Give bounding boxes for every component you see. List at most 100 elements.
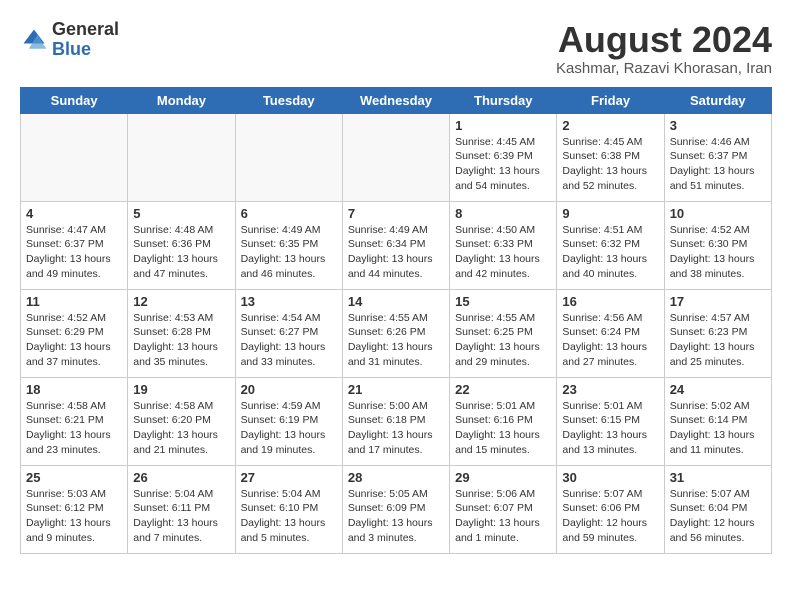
calendar-cell [342,113,449,201]
day-info: Sunrise: 4:47 AMSunset: 6:37 PMDaylight:… [26,223,122,282]
day-number: 9 [562,206,658,221]
day-number: 3 [670,118,766,133]
day-number: 30 [562,470,658,485]
logo-icon [20,26,48,54]
day-number: 8 [455,206,551,221]
day-number: 1 [455,118,551,133]
calendar-week-row: 25Sunrise: 5:03 AMSunset: 6:12 PMDayligh… [21,465,772,553]
calendar-cell: 11Sunrise: 4:52 AMSunset: 6:29 PMDayligh… [21,289,128,377]
day-info: Sunrise: 4:49 AMSunset: 6:35 PMDaylight:… [241,223,337,282]
day-number: 11 [26,294,122,309]
day-number: 4 [26,206,122,221]
day-info: Sunrise: 4:57 AMSunset: 6:23 PMDaylight:… [670,311,766,370]
day-info: Sunrise: 5:07 AMSunset: 6:04 PMDaylight:… [670,487,766,546]
day-info: Sunrise: 5:02 AMSunset: 6:14 PMDaylight:… [670,399,766,458]
day-number: 16 [562,294,658,309]
calendar-cell: 6 Sunrise: 4:49 AMSunset: 6:35 PMDaylight… [235,201,342,289]
calendar-cell: 19 Sunrise: 4:58 AMSunset: 6:20 PMDayligh… [128,377,235,465]
day-number: 19 [133,382,229,397]
day-number: 26 [133,470,229,485]
day-number: 15 [455,294,551,309]
calendar-cell: 2 Sunrise: 4:45 AMSunset: 6:38 PMDaylight… [557,113,664,201]
day-number: 10 [670,206,766,221]
day-number: 27 [241,470,337,485]
day-info: Sunrise: 5:04 AMSunset: 6:11 PMDaylight:… [133,487,229,546]
weekday-header-row: SundayMondayTuesdayWednesdayThursdayFrid… [21,87,772,113]
day-number: 25 [26,470,122,485]
page-header: General Blue August 2024 Kashmar, Razavi… [20,20,772,77]
calendar-cell: 27Sunrise: 5:04 AMSunset: 6:10 PMDayligh… [235,465,342,553]
calendar-cell: 14 Sunrise: 4:55 AMSunset: 6:26 PMDayligh… [342,289,449,377]
day-info: Sunrise: 4:51 AMSunset: 6:32 PMDaylight:… [562,223,658,282]
calendar-week-row: 4 Sunrise: 4:47 AMSunset: 6:37 PMDaylight… [21,201,772,289]
day-info: Sunrise: 4:49 AMSunset: 6:34 PMDaylight:… [348,223,444,282]
calendar-cell: 22Sunrise: 5:01 AMSunset: 6:16 PMDayligh… [450,377,557,465]
day-info: Sunrise: 4:55 AMSunset: 6:25 PMDaylight:… [455,311,551,370]
calendar-cell: 9 Sunrise: 4:51 AMSunset: 6:32 PMDaylight… [557,201,664,289]
calendar-cell: 24 Sunrise: 5:02 AMSunset: 6:14 PMDayligh… [664,377,771,465]
day-info: Sunrise: 4:53 AMSunset: 6:28 PMDaylight:… [133,311,229,370]
day-info: Sunrise: 4:50 AMSunset: 6:33 PMDaylight:… [455,223,551,282]
day-number: 14 [348,294,444,309]
calendar-week-row: 1Sunrise: 4:45 AMSunset: 6:39 PMDaylight… [21,113,772,201]
calendar-cell: 23 Sunrise: 5:01 AMSunset: 6:15 PMDayligh… [557,377,664,465]
day-info: Sunrise: 4:52 AMSunset: 6:30 PMDaylight:… [670,223,766,282]
calendar-cell: 8 Sunrise: 4:50 AMSunset: 6:33 PMDaylight… [450,201,557,289]
day-number: 28 [348,470,444,485]
day-number: 22 [455,382,551,397]
calendar-cell: 10 Sunrise: 4:52 AMSunset: 6:30 PMDayligh… [664,201,771,289]
month-year: August 2024 [556,20,772,60]
day-info: Sunrise: 4:45 AMSunset: 6:38 PMDaylight:… [562,135,658,194]
day-number: 7 [348,206,444,221]
logo: General Blue [20,20,119,60]
calendar-cell: 1Sunrise: 4:45 AMSunset: 6:39 PMDaylight… [450,113,557,201]
day-number: 23 [562,382,658,397]
day-number: 20 [241,382,337,397]
day-info: Sunrise: 4:46 AMSunset: 6:37 PMDaylight:… [670,135,766,194]
day-info: Sunrise: 5:07 AMSunset: 6:06 PMDaylight:… [562,487,658,546]
day-number: 29 [455,470,551,485]
day-info: Sunrise: 4:48 AMSunset: 6:36 PMDaylight:… [133,223,229,282]
calendar-cell: 3 Sunrise: 4:46 AMSunset: 6:37 PMDaylight… [664,113,771,201]
day-number: 5 [133,206,229,221]
calendar-cell: 30 Sunrise: 5:07 AMSunset: 6:06 PMDayligh… [557,465,664,553]
day-info: Sunrise: 5:06 AMSunset: 6:07 PMDaylight:… [455,487,551,546]
calendar-cell: 31 Sunrise: 5:07 AMSunset: 6:04 PMDayligh… [664,465,771,553]
calendar-cell [21,113,128,201]
calendar-cell: 25Sunrise: 5:03 AMSunset: 6:12 PMDayligh… [21,465,128,553]
weekday-header: Friday [557,87,664,113]
calendar-cell [128,113,235,201]
weekday-header: Monday [128,87,235,113]
day-info: Sunrise: 4:58 AMSunset: 6:20 PMDaylight:… [133,399,229,458]
calendar-cell: 26 Sunrise: 5:04 AMSunset: 6:11 PMDayligh… [128,465,235,553]
calendar-cell: 4 Sunrise: 4:47 AMSunset: 6:37 PMDaylight… [21,201,128,289]
calendar-cell: 15 Sunrise: 4:55 AMSunset: 6:25 PMDayligh… [450,289,557,377]
calendar-cell: 13Sunrise: 4:54 AMSunset: 6:27 PMDayligh… [235,289,342,377]
calendar-cell: 16Sunrise: 4:56 AMSunset: 6:24 PMDayligh… [557,289,664,377]
calendar-week-row: 18 Sunrise: 4:58 AMSunset: 6:21 PMDayligh… [21,377,772,465]
weekday-header: Sunday [21,87,128,113]
calendar-cell: 5 Sunrise: 4:48 AMSunset: 6:36 PMDaylight… [128,201,235,289]
day-info: Sunrise: 4:59 AMSunset: 6:19 PMDaylight:… [241,399,337,458]
weekday-header: Saturday [664,87,771,113]
day-number: 17 [670,294,766,309]
day-number: 31 [670,470,766,485]
calendar-cell: 20 Sunrise: 4:59 AMSunset: 6:19 PMDayligh… [235,377,342,465]
day-number: 2 [562,118,658,133]
logo-text: General Blue [52,20,119,60]
day-number: 18 [26,382,122,397]
weekday-header: Thursday [450,87,557,113]
day-number: 6 [241,206,337,221]
day-info: Sunrise: 5:05 AMSunset: 6:09 PMDaylight:… [348,487,444,546]
weekday-header: Wednesday [342,87,449,113]
calendar-cell: 17 Sunrise: 4:57 AMSunset: 6:23 PMDayligh… [664,289,771,377]
day-info: Sunrise: 4:58 AMSunset: 6:21 PMDaylight:… [26,399,122,458]
calendar-cell [235,113,342,201]
day-number: 24 [670,382,766,397]
calendar-cell: 18 Sunrise: 4:58 AMSunset: 6:21 PMDayligh… [21,377,128,465]
day-info: Sunrise: 5:01 AMSunset: 6:15 PMDaylight:… [562,399,658,458]
day-info: Sunrise: 4:55 AMSunset: 6:26 PMDaylight:… [348,311,444,370]
calendar-cell: 28 Sunrise: 5:05 AMSunset: 6:09 PMDayligh… [342,465,449,553]
calendar-cell: 7 Sunrise: 4:49 AMSunset: 6:34 PMDaylight… [342,201,449,289]
day-info: Sunrise: 5:00 AMSunset: 6:18 PMDaylight:… [348,399,444,458]
